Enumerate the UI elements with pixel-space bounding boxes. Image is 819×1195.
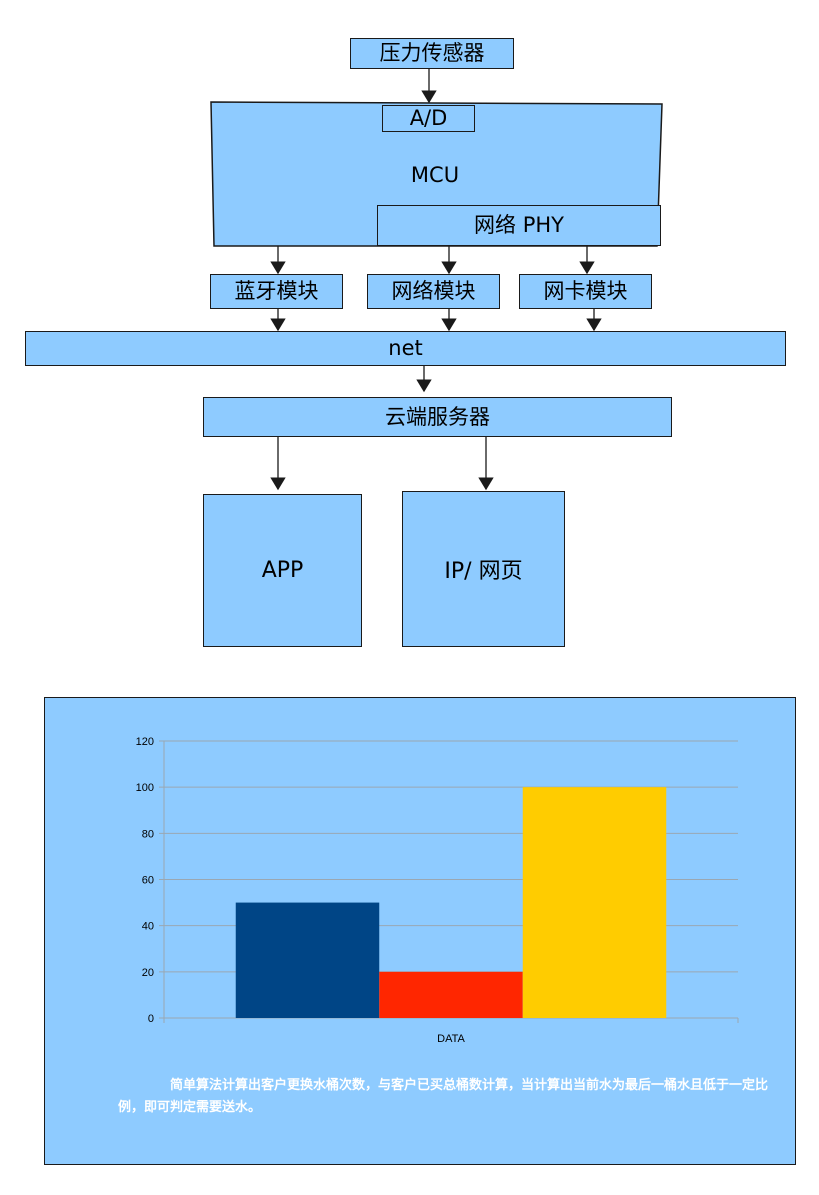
y-tick-label: 100 — [136, 782, 154, 794]
y-tick-label: 20 — [142, 967, 154, 979]
y-tick-label: 60 — [142, 875, 154, 887]
y-tick-label: 120 — [136, 736, 154, 748]
y-tick-label: 40 — [142, 921, 154, 933]
y-tick-label: 80 — [142, 828, 154, 840]
bar — [235, 902, 380, 1018]
y-tick-label: 0 — [148, 1013, 154, 1025]
x-category-label: DATA — [437, 1033, 465, 1045]
bar — [379, 971, 523, 1018]
bar — [522, 787, 667, 1018]
bar-chart: 0 20 40 60 80 100 120 DATA — [136, 736, 739, 1045]
chart-note: 简单算法计算出客户更换水桶次数，与客户已买总桶数计算，当计算出当前水为最后一桶水… — [118, 1078, 769, 1115]
